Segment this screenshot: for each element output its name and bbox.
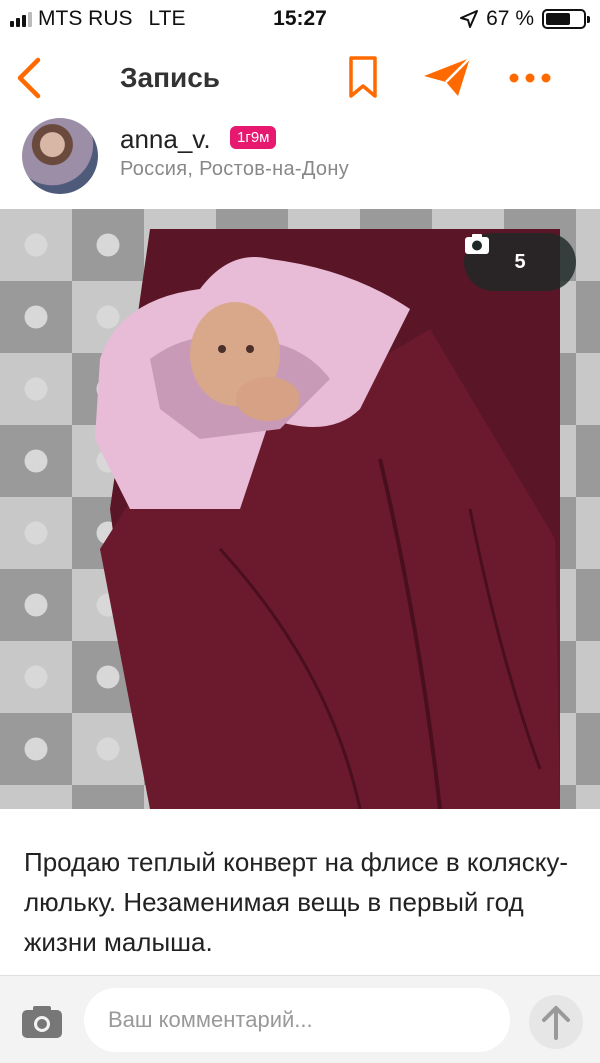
location-arrow-icon: [460, 10, 479, 28]
author-header: anna_v. 1г9м Россия, Ростов-на-Дону: [0, 118, 600, 206]
camera-icon: [465, 234, 489, 254]
envelope-illustration: [95, 229, 560, 809]
photo-count-badge[interactable]: 5: [464, 233, 576, 291]
comment-input[interactable]: [84, 988, 510, 1052]
status-bar: MTS RUS LTE 15:27 67 %: [0, 0, 600, 38]
share-icon[interactable]: [420, 54, 474, 100]
battery-fill: [546, 13, 571, 25]
battery-percent: 67 %: [486, 7, 534, 30]
photo-count: 5: [514, 250, 526, 273]
post-text: Продаю теплый конверт на флисе в коляску…: [24, 847, 569, 957]
more-icon[interactable]: [508, 60, 552, 96]
battery-icon: [542, 9, 590, 29]
bookmark-icon[interactable]: [345, 54, 381, 100]
author-location: Россия, Ростов-на-Дону: [120, 158, 349, 180]
author-name[interactable]: anna_v.: [120, 124, 211, 155]
page-title: Запись: [120, 62, 221, 93]
back-chevron-icon[interactable]: [10, 56, 50, 100]
avatar[interactable]: [22, 118, 98, 194]
send-arrow-icon[interactable]: [528, 994, 584, 1050]
comment-bar: [0, 975, 600, 1063]
status-right: 67 %: [460, 7, 590, 31]
nav-bar: Запись: [0, 40, 600, 116]
age-badge: 1г9м: [230, 126, 277, 149]
camera-icon[interactable]: [20, 1004, 64, 1040]
post-photo[interactable]: 5: [0, 209, 600, 809]
